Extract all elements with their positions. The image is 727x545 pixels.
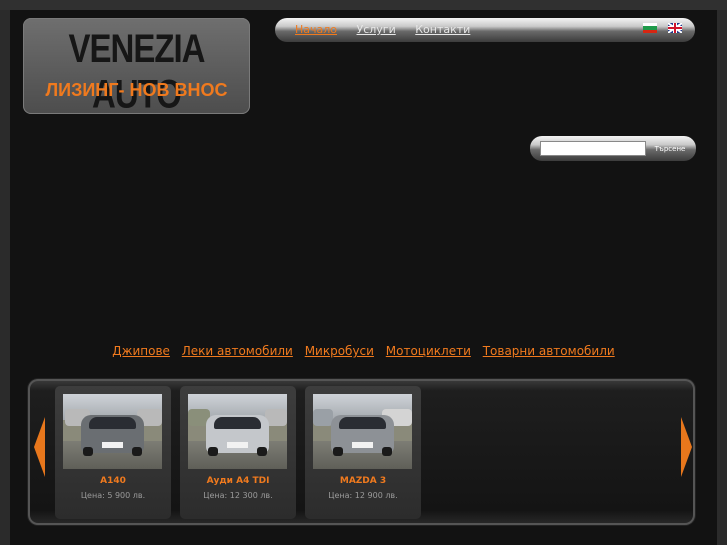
arrow-left-icon[interactable] (34, 417, 45, 477)
nav-menu: Начало Услуги Контакти (295, 23, 486, 36)
listing-card[interactable]: MAZDA 3 Цена: 12 900 лв. (305, 386, 421, 519)
listing-price: Цена: 5 900 лв. (80, 491, 146, 500)
category-link-cars[interactable]: Леки автомобили (182, 344, 293, 358)
car-photo[interactable] (63, 394, 162, 469)
listing-price: Цена: 12 300 лв. (203, 491, 273, 500)
listing-name[interactable]: Ауди A4 TDI (180, 476, 296, 486)
logo-subtitle: ЛИЗИНГ- НОВ ВНОС (45, 80, 228, 100)
nav-item-contacts[interactable]: Контакти (415, 23, 470, 36)
nav-item-services[interactable]: Услуги (357, 23, 396, 36)
top-strip (0, 0, 727, 10)
category-links: Джипове Леки автомобили Микробуси Мотоци… (0, 344, 727, 358)
listing-name[interactable]: A140 (55, 476, 171, 486)
listing-card[interactable]: Ауди A4 TDI Цена: 12 300 лв. (180, 386, 296, 519)
flag-uk-icon[interactable] (668, 23, 682, 33)
search-bar: Търсене (530, 136, 696, 161)
listing-price: Цена: 12 900 лв. (328, 491, 398, 500)
nav-item-home[interactable]: Начало (295, 23, 337, 36)
site-logo[interactable]: VENEZIA AUTO ЛИЗИНГ- НОВ ВНОС (23, 18, 250, 114)
category-link-jeeps[interactable]: Джипове (112, 344, 170, 358)
car-photo[interactable] (313, 394, 412, 469)
category-link-trucks[interactable]: Товарни автомобили (483, 344, 615, 358)
search-input[interactable] (540, 141, 646, 156)
category-link-minibuses[interactable]: Микробуси (305, 344, 374, 358)
listing-name[interactable]: MAZDA 3 (305, 476, 421, 486)
listing-card[interactable]: A140 Цена: 5 900 лв. (55, 386, 171, 519)
arrow-right-icon[interactable] (681, 417, 692, 477)
car-photo[interactable] (188, 394, 287, 469)
top-navigation: Начало Услуги Контакти (275, 18, 695, 42)
flag-bg-icon[interactable] (643, 23, 657, 33)
category-link-motorcycles[interactable]: Мотоциклети (386, 344, 471, 358)
search-button[interactable]: Търсене (648, 141, 692, 156)
